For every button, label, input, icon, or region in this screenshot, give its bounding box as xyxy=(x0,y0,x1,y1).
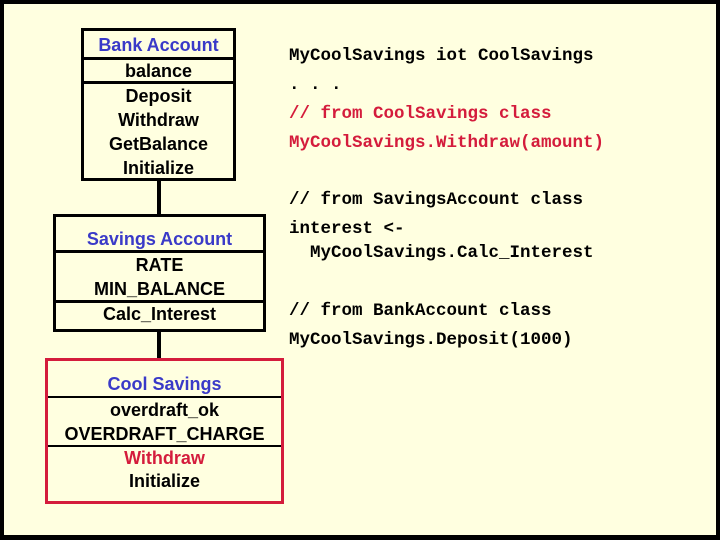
class-name-section: Savings Account xyxy=(56,217,263,250)
code-line: interest <- xyxy=(289,219,405,239)
methods-section: Deposit Withdraw GetBalance Initialize xyxy=(84,81,233,180)
methods-section: Calc_Interest xyxy=(56,300,263,325)
code-line: MyCoolSavings.Calc_Interest xyxy=(289,243,594,263)
attribute: balance xyxy=(124,61,193,81)
code-line: MyCoolSavings.Deposit(1000) xyxy=(289,330,573,350)
inheritance-connector xyxy=(157,331,161,359)
class-name-section: Cool Savings xyxy=(48,361,281,396)
attributes-section: balance xyxy=(84,57,233,81)
attributes-section: overdraft_ok OVERDRAFT_CHARGE xyxy=(48,396,281,445)
method-highlighted: Withdraw xyxy=(124,448,205,468)
code-comment: // from BankAccount class xyxy=(289,301,552,321)
code-comment: // from SavingsAccount class xyxy=(289,190,584,210)
class-title: Bank Account xyxy=(98,35,219,55)
inheritance-connector xyxy=(157,180,161,215)
method: Deposit xyxy=(125,86,192,106)
class-box-cool-savings: Cool Savings overdraft_ok OVERDRAFT_CHAR… xyxy=(45,358,284,504)
class-box-savings-account: Savings Account RATE MIN_BALANCE Calc_In… xyxy=(53,214,266,332)
method: Withdraw xyxy=(118,110,199,130)
method: Initialize xyxy=(122,158,194,178)
code-line: . . . xyxy=(289,75,342,95)
method: Calc_Interest xyxy=(102,304,217,324)
class-name-section: Bank Account xyxy=(84,31,233,57)
code-comment: // from CoolSavings class xyxy=(289,104,552,124)
method: GetBalance xyxy=(108,134,209,154)
attribute: OVERDRAFT_CHARGE xyxy=(64,424,265,444)
class-box-bank-account: Bank Account balance Deposit Withdraw Ge… xyxy=(81,28,236,181)
methods-section: Withdraw Initialize xyxy=(48,445,281,493)
attribute: overdraft_ok xyxy=(109,400,220,420)
method: Initialize xyxy=(128,471,200,491)
attribute: MIN_BALANCE xyxy=(93,279,225,299)
code-line: MyCoolSavings.Withdraw(amount) xyxy=(289,133,605,153)
code-line: MyCoolSavings iot CoolSavings xyxy=(289,46,594,66)
